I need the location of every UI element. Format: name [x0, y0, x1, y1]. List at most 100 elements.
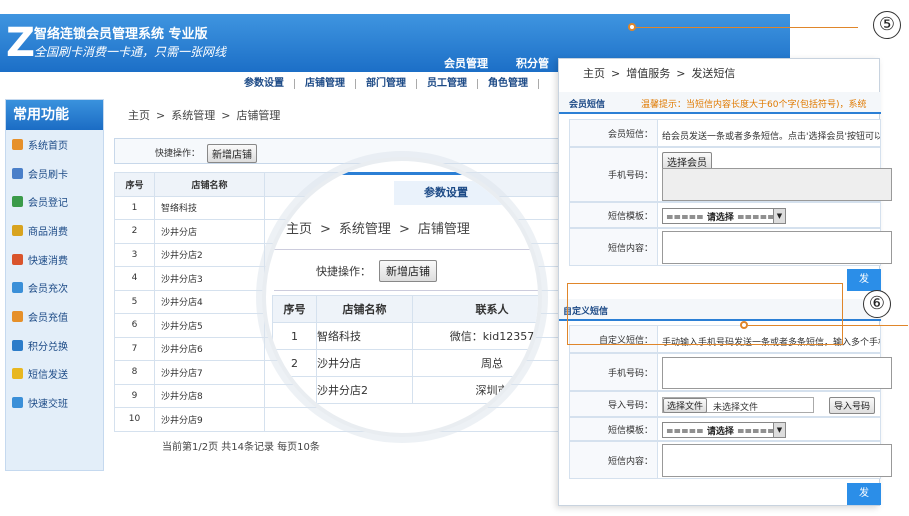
crumb-home[interactable]: 主页: [128, 109, 150, 122]
member-phone-row: 手机号码： 选择会员: [569, 147, 892, 202]
sidebar-item-icon: [12, 196, 23, 208]
sidebar-item[interactable]: 积分兑换: [6, 331, 103, 360]
file-picker: 选择文件 未选择文件: [662, 397, 814, 413]
sidebar-item-icon: [12, 339, 23, 351]
sidebar: 常用功能 系统首页 会员刷卡 会员登记 商品消费 快速消费 会员充次 会员充值 积分兑换 短信发…: [5, 99, 104, 471]
magnifier-zoom: 参数设置 主页 > 系统管理 > 店铺管理 快捷操作： 新增店铺 序号 店铺名称 联系人…: [262, 157, 542, 437]
import-numbers-button[interactable]: 导入号码: [829, 397, 876, 414]
crumb-stores: 店铺管理: [236, 109, 281, 122]
brand-title: 智络连锁会员管理系统 专业版: [34, 27, 208, 42]
breadcrumb: 主页 > 系统管理 > 店铺管理: [128, 109, 281, 122]
sub-nav: 参数设置 店铺管理 部门管理 员工管理 角色管理: [0, 72, 560, 96]
subnav-departments[interactable]: 部门管理: [356, 79, 417, 89]
member-content-label: 短信内容：: [570, 229, 658, 265]
mag-crumb-stores: 店铺管理: [417, 222, 470, 237]
custom-content-input[interactable]: [662, 444, 892, 477]
logo-icon: Z: [6, 20, 36, 66]
sidebar-item[interactable]: 商品消费: [6, 216, 103, 245]
custom-send-button[interactable]: 发: [847, 483, 881, 505]
table-row[interactable]: 3 沙井分店2 深圳市: [272, 376, 538, 404]
cell-name: 沙井分店: [316, 349, 413, 377]
cell-no: 7: [114, 336, 155, 361]
subnav-params[interactable]: 参数设置: [244, 79, 295, 89]
magnifier-table: 序号 店铺名称 联系人 1 智络科技 微信：kid12357 2 沙井分店 周总 3 沙井分店…: [272, 295, 538, 404]
custom-template-select[interactable]: ===== 请选择 =====: [662, 422, 786, 438]
marker6-circle: ⑥: [863, 290, 891, 318]
member-template-select[interactable]: ===== 请选择 =====: [662, 208, 786, 224]
add-store-button[interactable]: 新增店铺: [207, 144, 257, 163]
member-content-input[interactable]: [662, 231, 892, 264]
sms-crumb-value[interactable]: 增值服务: [626, 67, 670, 80]
sidebar-item-icon: [12, 397, 23, 409]
magnifier-tab-line: [266, 172, 538, 175]
choose-file-button[interactable]: 选择文件: [663, 398, 708, 413]
cell-name: 沙井分店5: [154, 313, 265, 338]
table-row[interactable]: 2 沙井分店 周总: [272, 349, 538, 377]
sidebar-item-label: 会员登记: [28, 198, 68, 210]
crumb-system[interactable]: 系统管理: [171, 109, 215, 122]
member-send-button[interactable]: 发: [847, 269, 881, 291]
cell-name: 智络科技: [154, 195, 265, 220]
mag-crumb-system[interactable]: 系统管理: [339, 222, 391, 237]
sidebar-item-label: 系统首页: [28, 140, 68, 152]
cell-no: 3: [272, 376, 317, 404]
subnav-staff[interactable]: 员工管理: [417, 79, 478, 89]
subnav-roles[interactable]: 角色管理: [478, 79, 539, 89]
magnifier-tab[interactable]: 参数设置: [394, 181, 538, 205]
cell-name: 沙井分店: [154, 219, 265, 244]
sidebar-item[interactable]: 会员登记: [6, 187, 103, 216]
mag-crumb-home[interactable]: 主页: [286, 222, 312, 237]
member-sms-title: 会员短信: [569, 100, 606, 110]
sidebar-item-icon: [12, 138, 23, 150]
screenshot-canvas: Z 智络连锁会员管理系统 专业版 全国刷卡消费一卡通，只需一张网线 会员管理 积…: [0, 0, 909, 516]
sidebar-item-label: 短信发送: [28, 370, 68, 382]
member-phone-input[interactable]: [662, 168, 892, 201]
cell-no: 2: [114, 219, 155, 244]
sidebar-item[interactable]: 系统首页: [6, 130, 103, 159]
custom-phone-input[interactable]: [662, 357, 892, 389]
topnav-member[interactable]: 会员管理: [444, 55, 488, 71]
sidebar-item-label: 会员充值: [28, 312, 68, 324]
table-row[interactable]: 1 智络科技 微信：kid12357: [272, 322, 538, 350]
sidebar-item-label: 会员充次: [28, 284, 68, 296]
subnav-stores[interactable]: 店铺管理: [295, 79, 356, 89]
cell-no: 3: [114, 242, 155, 267]
magnifier-breadcrumb: 主页 > 系统管理 > 店铺管理: [286, 222, 470, 237]
mag-col-no: 序号: [272, 295, 317, 323]
sidebar-item-icon: [12, 282, 23, 294]
pager-text: 当前第1/2页 共14条记录 每页10条: [162, 442, 320, 453]
sms-crumb-home[interactable]: 主页: [583, 67, 605, 80]
sms-crumb-send: 发送短信: [691, 67, 736, 80]
no-file-text: 未选择文件: [713, 403, 759, 413]
mag-add-store-button[interactable]: 新增店铺: [379, 260, 437, 282]
top-nav: 会员管理 积分管: [444, 55, 549, 71]
sidebar-item-label: 商品消费: [28, 226, 68, 238]
sidebar-item[interactable]: 会员充值: [6, 302, 103, 331]
cell-no: 8: [114, 360, 155, 385]
quick-actions-bar: 快捷操作： 新增店铺: [114, 138, 560, 164]
import-label: 导入号码：: [570, 392, 658, 416]
sidebar-item[interactable]: 快速消费: [6, 245, 103, 274]
sidebar-item[interactable]: 会员刷卡: [6, 159, 103, 188]
topnav-points[interactable]: 积分管: [516, 55, 549, 71]
sidebar-item[interactable]: 短信发送: [6, 360, 103, 389]
cell-no: 1: [114, 195, 155, 220]
cell-name: 沙井分店4: [154, 289, 265, 314]
cell-no: 1: [272, 322, 317, 350]
member-sms-desc: 给会员发送一条或者多条短信。点击'选择会员'按钮可以: [662, 132, 880, 142]
custom-content-label: 短信内容：: [570, 442, 658, 478]
sidebar-item-icon: [12, 253, 23, 265]
mag-col-contact: 联系人: [412, 295, 538, 323]
import-row: 导入号码： 选择文件 未选择文件 导入号码: [569, 391, 881, 417]
marker5-dot: [628, 23, 636, 31]
sidebar-item-label: 快速交班: [28, 399, 68, 411]
magnifier-quick-bar: 快捷操作： 新增店铺: [274, 249, 538, 291]
cell-contact: 深圳市: [412, 376, 538, 404]
mag-quick-label: 快捷操作：: [316, 265, 371, 278]
member-phone-label: 手机号码：: [570, 148, 658, 201]
marker6-line: [748, 325, 908, 326]
sidebar-item[interactable]: 快速交班: [6, 388, 103, 417]
col-name: 店铺名称: [154, 172, 265, 197]
sms-breadcrumb: 主页 > 增值服务 > 发送短信: [583, 67, 736, 80]
sidebar-item[interactable]: 会员充次: [6, 273, 103, 302]
